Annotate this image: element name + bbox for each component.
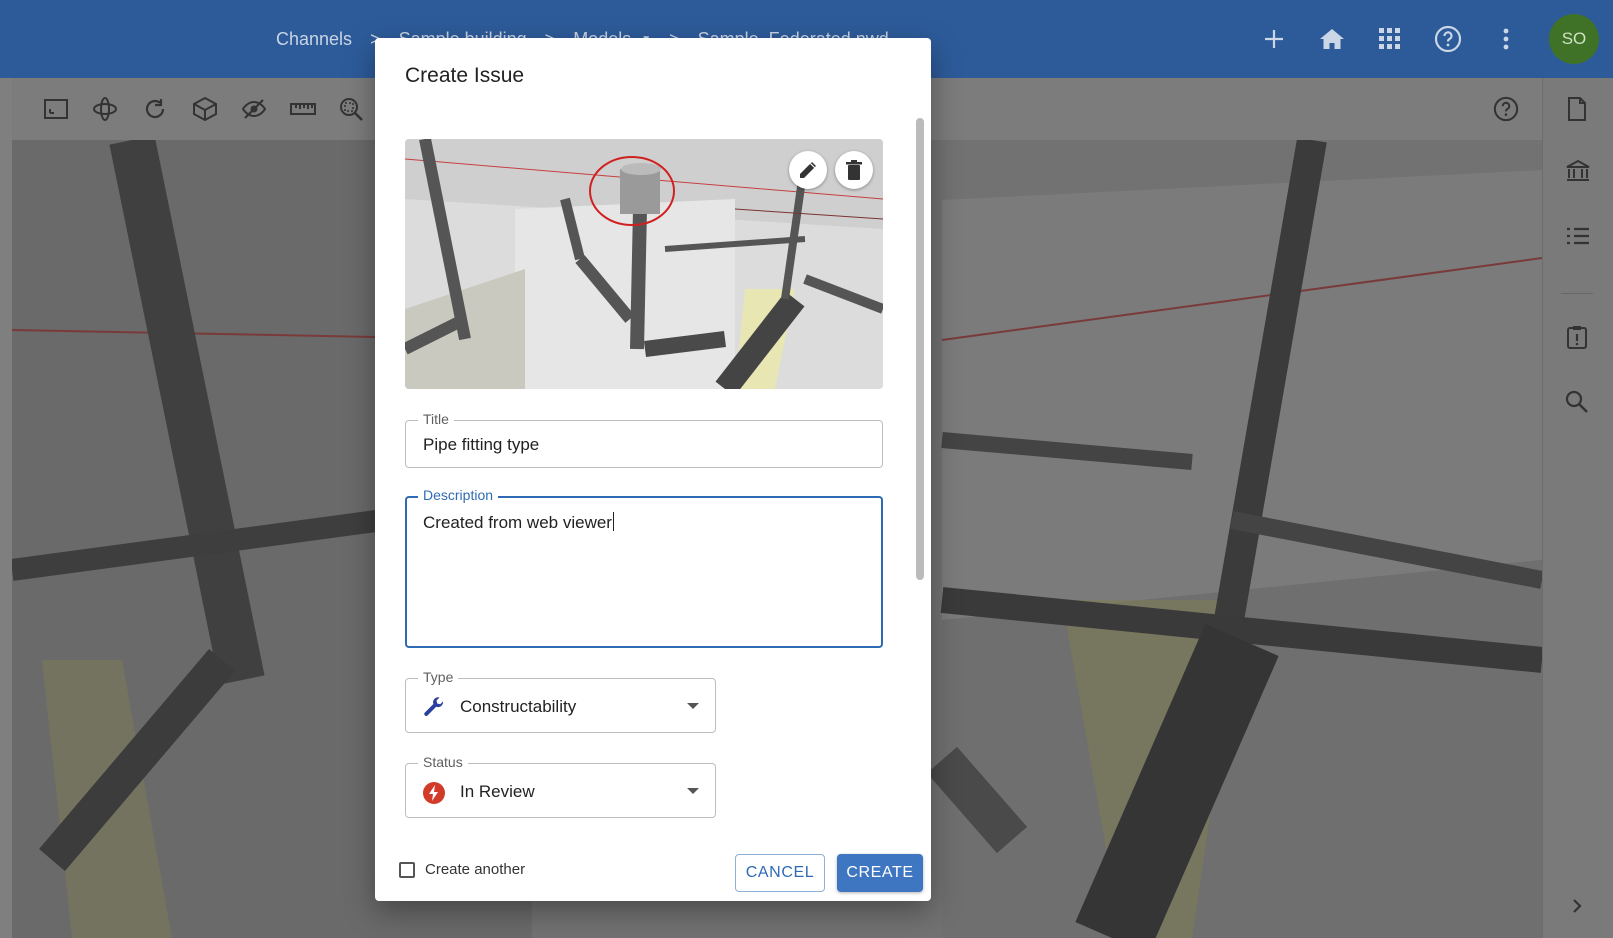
create-another-checkbox[interactable] xyxy=(399,861,415,878)
status-field-label: Status xyxy=(418,754,468,770)
dropdown-arrow-icon[interactable] xyxy=(687,788,699,794)
right-sidebar xyxy=(1542,78,1613,938)
lightning-icon xyxy=(422,781,446,805)
breadcrumb-channels[interactable]: Channels xyxy=(276,29,352,50)
orbit-icon[interactable] xyxy=(92,96,118,122)
document-icon[interactable] xyxy=(1565,96,1591,122)
reset-icon[interactable] xyxy=(142,96,168,122)
hide-icon[interactable] xyxy=(241,96,267,122)
wrench-icon xyxy=(422,696,446,720)
apps-grid-icon[interactable] xyxy=(1375,24,1405,54)
fit-view-icon[interactable] xyxy=(43,96,69,122)
measure-icon[interactable] xyxy=(289,96,316,122)
type-select[interactable]: Type Constructability xyxy=(405,669,716,733)
divider xyxy=(1561,293,1593,294)
issue-screenshot xyxy=(405,139,883,389)
description-field-label: Description xyxy=(418,487,499,503)
title-field[interactable]: Title Pipe fitting type xyxy=(405,411,883,468)
avatar[interactable]: SO xyxy=(1549,14,1599,64)
plus-icon[interactable] xyxy=(1259,24,1289,54)
section-box-icon[interactable] xyxy=(192,96,218,122)
cancel-button[interactable]: CANCEL xyxy=(735,854,825,892)
create-another-label[interactable]: Create another xyxy=(425,861,525,878)
create-another-option[interactable]: Create another xyxy=(399,861,525,878)
issue-icon[interactable] xyxy=(1565,324,1591,350)
title-input[interactable]: Pipe fitting type xyxy=(423,435,539,455)
zoom-select-icon[interactable] xyxy=(338,96,364,122)
type-select-value: Constructability xyxy=(460,697,577,716)
pencil-icon xyxy=(800,162,816,178)
search-icon[interactable] xyxy=(1565,390,1591,416)
status-select-value: In Review xyxy=(460,782,535,801)
home-icon[interactable] xyxy=(1317,24,1347,54)
chevron-right-icon[interactable] xyxy=(1565,894,1591,920)
trash-icon xyxy=(846,160,862,180)
dialog-scrollbar[interactable] xyxy=(916,118,924,580)
type-field-label: Type xyxy=(418,669,459,685)
status-select[interactable]: Status In Review xyxy=(405,754,716,818)
dropdown-arrow-icon[interactable] xyxy=(687,703,699,709)
header-actions: SO xyxy=(1231,14,1599,64)
dialog-title: Create Issue xyxy=(405,64,525,87)
create-button[interactable]: CREATE xyxy=(837,854,923,892)
list-icon[interactable] xyxy=(1565,224,1591,250)
help-icon[interactable] xyxy=(1493,96,1519,122)
title-field-label: Title xyxy=(418,411,454,427)
edit-screenshot-button[interactable] xyxy=(789,151,827,189)
create-issue-dialog: Create Issue Title Pipe fitting type Des… xyxy=(375,38,931,901)
help-icon[interactable] xyxy=(1433,24,1463,54)
more-vert-icon[interactable] xyxy=(1491,24,1521,54)
description-textarea[interactable]: Created from web viewer xyxy=(423,512,614,533)
delete-screenshot-button[interactable] xyxy=(835,151,873,189)
bank-icon[interactable] xyxy=(1565,158,1591,184)
description-field[interactable]: Description Created from web viewer xyxy=(405,487,883,648)
